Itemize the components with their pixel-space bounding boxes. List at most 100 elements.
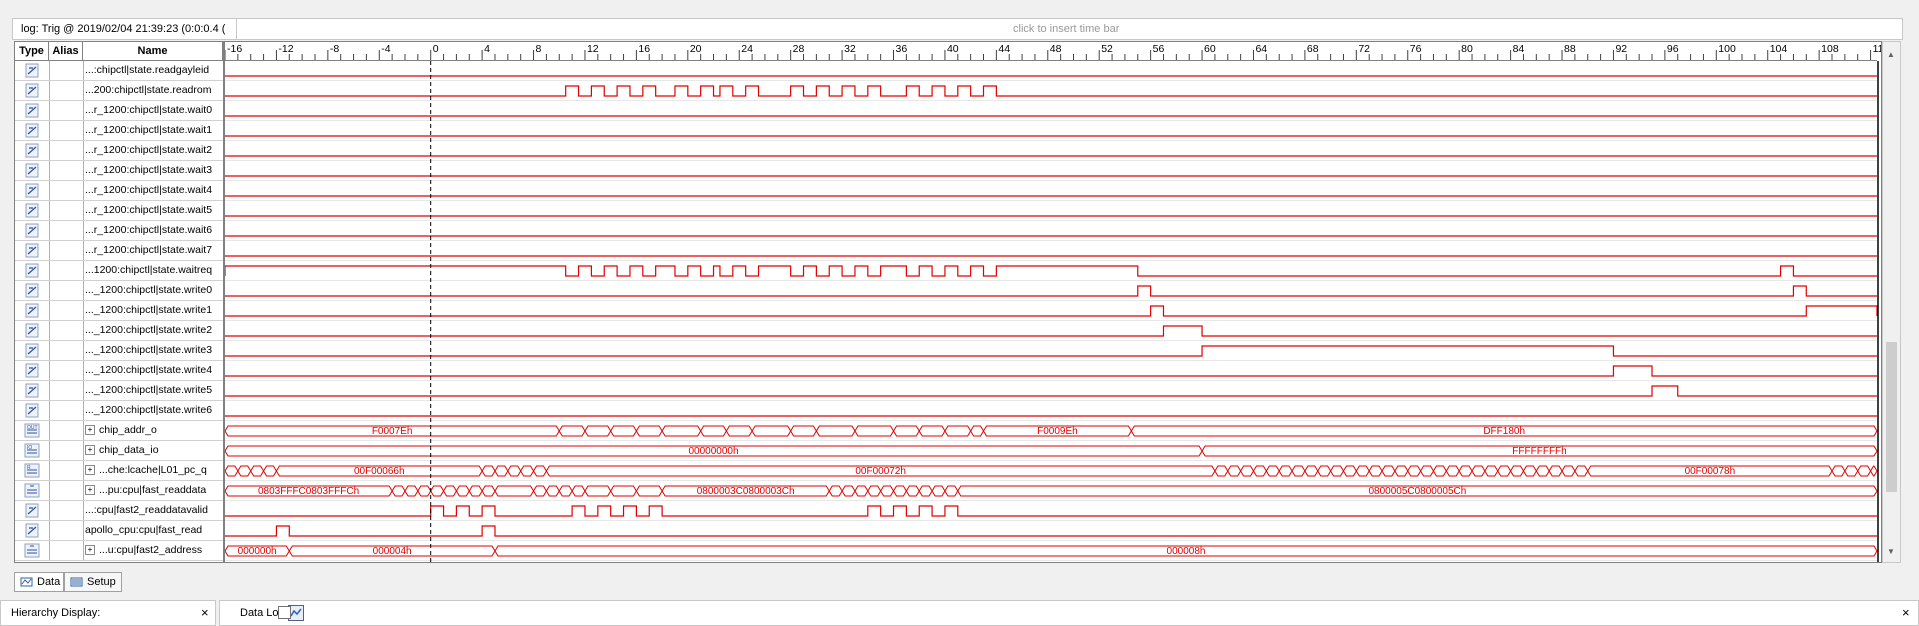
- bus-value-label: 00000000h: [688, 446, 738, 457]
- bus-segment: [1265, 465, 1280, 477]
- signal-row[interactable]: ..._1200:chipctl|state.write4: [15, 361, 223, 381]
- signal-row[interactable]: ..._1200:chipctl|state.write2: [15, 321, 223, 341]
- signal-row[interactable]: ...r_1200:chipctl|state.wait2: [15, 141, 223, 161]
- signal-row[interactable]: IO + chip_data_io: [15, 441, 223, 461]
- type-cell: R: [15, 461, 50, 480]
- ruler-tick-label: 92: [1615, 43, 1627, 55]
- signal-row[interactable]: ..._1200:chipctl|state.write5: [15, 381, 223, 401]
- bidir-bus-icon: IO: [24, 443, 40, 458]
- signal-name: ...r_1200:chipctl|state.wait3: [85, 164, 223, 176]
- time-bar-hint[interactable]: click to insert time bar: [1013, 23, 1119, 35]
- bus-segment: [1522, 465, 1537, 477]
- type-cell: [15, 281, 50, 300]
- bus-segment: [1857, 465, 1872, 477]
- bus-segment: [1484, 465, 1499, 477]
- log-label: log: Trig @ 2019/02/04 21:39:23 (0:0:0.4…: [21, 23, 226, 35]
- signal-row[interactable]: ...1200:chipctl|state.waitreq: [15, 261, 223, 281]
- signal-icon: [25, 83, 39, 98]
- signal-row[interactable]: ..._1200:chipctl|state.write0: [15, 281, 223, 301]
- column-alias[interactable]: Alias: [49, 42, 83, 61]
- signal-row[interactable]: ...200:chipctl|state.readrom: [15, 81, 223, 101]
- bus-segment: [1561, 465, 1576, 477]
- signal-row[interactable]: ...r_1200:chipctl|state.wait3: [15, 161, 223, 181]
- ruler-tick-label: 64: [1255, 43, 1267, 55]
- expand-icon[interactable]: +: [85, 485, 95, 496]
- signal-name-text: ...:chipctl|state.readgayleid: [85, 64, 210, 76]
- signal-row[interactable]: ...:chipctl|state.readgayleid: [15, 61, 223, 81]
- bus-value-label: 000000h: [238, 546, 277, 557]
- column-name[interactable]: Name: [83, 42, 223, 61]
- column-type[interactable]: Type: [15, 42, 49, 61]
- expand-icon[interactable]: +: [85, 465, 95, 476]
- signal-row[interactable]: ...r_1200:chipctl|state.wait6: [15, 221, 223, 241]
- signal-row[interactable]: ...r_1200:chipctl|state.wait7: [15, 241, 223, 261]
- signal-row[interactable]: ...r_1200:chipctl|state.wait4: [15, 181, 223, 201]
- signal-name: ...r_1200:chipctl|state.wait0: [85, 104, 223, 116]
- bus-value-label: 00F00078h: [1685, 466, 1736, 477]
- signal-icon: [25, 203, 39, 218]
- type-cell: [15, 181, 50, 200]
- bus-segment: [854, 425, 895, 437]
- signal-name: ...r_1200:chipctl|state.wait1: [85, 124, 223, 136]
- signal-row[interactable]: ...r_1200:chipctl|state.wait5: [15, 201, 223, 221]
- bus-segment: [494, 485, 535, 497]
- signal-row[interactable]: ..._1200:chipctl|state.write1: [15, 301, 223, 321]
- close-icon[interactable]: ×: [201, 605, 209, 620]
- type-cell: [15, 141, 50, 160]
- bus-segment: [455, 485, 470, 497]
- bus-segment: [610, 485, 637, 497]
- signal-icon: [25, 163, 39, 178]
- ruler-tick-label: 52: [1101, 43, 1113, 55]
- bus-value-label: F0007Eh: [372, 426, 413, 437]
- bus-segment: [558, 485, 573, 497]
- scroll-down-icon[interactable]: ▼: [1887, 547, 1895, 556]
- signal-row[interactable]: ...:cpu|fast2_readdatavalid: [15, 501, 223, 521]
- bus-segment: [584, 485, 612, 497]
- scrollbar-thumb[interactable]: [1886, 342, 1897, 492]
- signal-row[interactable]: OUT + chip_addr_o: [15, 421, 223, 441]
- vertical-scrollbar[interactable]: ▲ ▼: [1882, 41, 1901, 563]
- ruler-tick-label: 104: [1770, 43, 1788, 55]
- type-cell: [15, 101, 50, 120]
- signal-row[interactable]: ..._1200:chipctl|state.write3: [15, 341, 223, 361]
- signal-row[interactable]: + ...pu:cpu|fast_readdata: [15, 481, 223, 501]
- waveform-canvas[interactable]: -16 -12 -8 -4 0 4 8 12 16 20 24 28 32 36 40 44 48 52 56 60 6…: [225, 42, 1881, 562]
- bus-segment: [430, 485, 445, 497]
- signal-row[interactable]: R + ...che:lcache|L01_pc_q: [15, 461, 223, 481]
- signal-row[interactable]: ...r_1200:chipctl|state.wait0: [15, 101, 223, 121]
- signal-row[interactable]: ...r_1200:chipctl|state.wait1: [15, 121, 223, 141]
- tab-setup[interactable]: Setup: [64, 572, 122, 592]
- type-cell: [15, 121, 50, 140]
- tab-data[interactable]: Data: [14, 572, 64, 592]
- bus-segment: [854, 485, 869, 497]
- signal-icon: [25, 143, 39, 158]
- signal-name: ...r_1200:chipctl|state.wait7: [85, 244, 223, 256]
- expand-icon[interactable]: +: [85, 445, 95, 456]
- signal-list: Type Alias Name ...:chipctl|state.readga…: [14, 41, 224, 563]
- type-cell: [15, 301, 50, 320]
- ruler-tick-label: 80: [1461, 43, 1473, 55]
- bus-segment: [1844, 465, 1859, 477]
- signal-row[interactable]: ..._1200:chipctl|state.write6: [15, 401, 223, 421]
- signal-row[interactable]: + ...u:cpu|fast2_address: [15, 541, 223, 561]
- setup-icon: [70, 577, 83, 587]
- bus-value-label: 0803FFFC0803FFFCh: [258, 486, 359, 497]
- type-cell: [15, 261, 50, 280]
- expand-icon[interactable]: +: [85, 425, 95, 436]
- close-icon[interactable]: ×: [1902, 605, 1910, 620]
- type-cell: [15, 541, 50, 560]
- scroll-up-icon[interactable]: ▲: [1887, 50, 1895, 59]
- bus-segment: [918, 425, 946, 437]
- expand-icon[interactable]: +: [85, 545, 95, 556]
- signal-name-text: ...r_1200:chipctl|state.wait3: [85, 164, 213, 176]
- signal-name-text: ..._1200:chipctl|state.write6: [85, 404, 213, 416]
- signal-name-text: ...r_1200:chipctl|state.wait7: [85, 244, 213, 256]
- data-log-checkbox[interactable]: [278, 606, 291, 619]
- waveform-panel[interactable]: -16 -12 -8 -4 0 4 8 12 16 20 24 28 32 36 40 44 48 52 56 60 6…: [224, 41, 1882, 563]
- title-separator: [236, 19, 237, 39]
- signal-name: + chip_data_io: [85, 444, 223, 456]
- signal-name: apollo_cpu:cpu|fast_read: [85, 524, 223, 536]
- bus-segment: [1548, 465, 1563, 477]
- signal-icon: [25, 263, 39, 278]
- signal-row[interactable]: apollo_cpu:cpu|fast_read: [15, 521, 223, 541]
